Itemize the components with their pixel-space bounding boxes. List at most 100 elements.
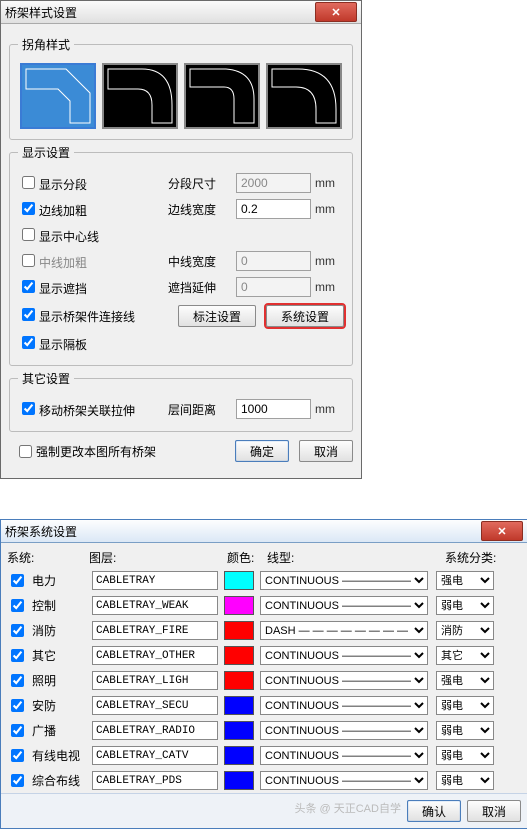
force-all-label: 强制更改本图所有桥架: [36, 443, 156, 460]
display-legend: 显示设置: [18, 144, 74, 161]
show-center-checkbox[interactable]: [22, 228, 35, 241]
layer-input[interactable]: [92, 646, 218, 665]
close-button[interactable]: ✕: [315, 2, 357, 22]
center-width-label: 中线宽度: [168, 253, 230, 270]
row-checkbox[interactable]: [11, 599, 24, 612]
linetype-select[interactable]: CONTINUOUS ————————: [260, 721, 428, 740]
system-name: 电力: [32, 572, 92, 589]
bold-edge-label: 边线加粗: [39, 204, 87, 218]
corner-option-2[interactable]: [102, 63, 178, 129]
system-name: 消防: [32, 622, 92, 639]
class-select[interactable]: 弱电: [436, 771, 494, 790]
row-checkbox[interactable]: [11, 574, 24, 587]
bold-center-checkbox[interactable]: [22, 254, 35, 267]
linetype-select[interactable]: DASH — — — — — — — —: [260, 621, 428, 640]
class-select[interactable]: 强电: [436, 571, 494, 590]
class-select[interactable]: 弱电: [436, 696, 494, 715]
color-swatch[interactable]: [224, 571, 254, 590]
cancel-button-2[interactable]: 取消: [467, 800, 521, 822]
seg-size-input[interactable]: [236, 173, 311, 193]
cancel-button[interactable]: 取消: [299, 440, 353, 462]
layer-input[interactable]: [92, 721, 218, 740]
titlebar[interactable]: 桥架样式设置 ✕: [1, 1, 361, 24]
system-row: 有线电视 CONTINUOUS ———————— 弱电: [1, 743, 527, 768]
linetype-select[interactable]: CONTINUOUS ————————: [260, 571, 428, 590]
linetype-select[interactable]: CONTINUOUS ————————: [260, 671, 428, 690]
class-select[interactable]: 其它: [436, 646, 494, 665]
move-stretch-checkbox[interactable]: [22, 402, 35, 415]
display-settings-group: 显示设置 显示分段 分段尺寸mm 边线加粗 边线宽度mm 显示中心线 中线加粗 …: [9, 144, 353, 366]
color-swatch[interactable]: [224, 771, 254, 790]
edge-width-label: 边线宽度: [168, 201, 230, 218]
color-swatch[interactable]: [224, 596, 254, 615]
layer-input[interactable]: [92, 696, 218, 715]
class-select[interactable]: 强电: [436, 671, 494, 690]
color-swatch[interactable]: [224, 721, 254, 740]
system-name: 安防: [32, 697, 92, 714]
layer-dist-input[interactable]: [236, 399, 311, 419]
class-select[interactable]: 弱电: [436, 746, 494, 765]
system-settings-button[interactable]: 系统设置: [266, 305, 344, 327]
class-select[interactable]: 弱电: [436, 721, 494, 740]
show-center-label: 显示中心线: [39, 230, 99, 244]
row-checkbox[interactable]: [11, 649, 24, 662]
color-swatch[interactable]: [224, 696, 254, 715]
hdr-layer: 图层:: [89, 549, 227, 566]
layer-input[interactable]: [92, 671, 218, 690]
color-swatch[interactable]: [224, 621, 254, 640]
show-connector-checkbox[interactable]: [22, 308, 35, 321]
block-ext-unit: mm: [315, 280, 335, 294]
move-stretch-label: 移动桥架关联拉伸: [39, 404, 135, 418]
linetype-select[interactable]: CONTINUOUS ————————: [260, 771, 428, 790]
annot-settings-button[interactable]: 标注设置: [178, 305, 256, 327]
class-select[interactable]: 消防: [436, 621, 494, 640]
corner-option-1[interactable]: [20, 63, 96, 129]
system-name: 控制: [32, 597, 92, 614]
show-partition-checkbox[interactable]: [22, 336, 35, 349]
system-settings-dialog: 桥架系统设置 ✕ 系统: 图层: 颜色: 线型: 系统分类: 电力 CONTIN…: [0, 519, 527, 829]
corner-option-4[interactable]: [266, 63, 342, 129]
show-block-label: 显示遮挡: [39, 282, 87, 296]
row-checkbox[interactable]: [11, 774, 24, 787]
close-button-2[interactable]: ✕: [481, 521, 523, 541]
layer-input[interactable]: [92, 596, 218, 615]
layer-dist-unit: mm: [315, 402, 335, 416]
hdr-class: 系统分类:: [445, 549, 515, 566]
center-width-input[interactable]: [236, 251, 311, 271]
system-row: 综合布线 CONTINUOUS ———————— 弱电: [1, 768, 527, 793]
layer-input[interactable]: [92, 771, 218, 790]
color-swatch[interactable]: [224, 746, 254, 765]
block-ext-input[interactable]: [236, 277, 311, 297]
row-checkbox[interactable]: [11, 674, 24, 687]
show-block-checkbox[interactable]: [22, 280, 35, 293]
style-settings-dialog: 桥架样式设置 ✕ 拐角样式 显示设置: [0, 0, 362, 479]
row-checkbox[interactable]: [11, 699, 24, 712]
linetype-select[interactable]: CONTINUOUS ————————: [260, 746, 428, 765]
hdr-system: 系统:: [7, 549, 89, 566]
bold-edge-checkbox[interactable]: [22, 202, 35, 215]
row-checkbox[interactable]: [11, 749, 24, 762]
ok-button[interactable]: 确定: [235, 440, 289, 462]
show-seg-checkbox[interactable]: [22, 176, 35, 189]
color-swatch[interactable]: [224, 671, 254, 690]
linetype-select[interactable]: CONTINUOUS ————————: [260, 646, 428, 665]
system-row: 控制 CONTINUOUS ———————— 弱电: [1, 593, 527, 618]
dialog-title: 桥架样式设置: [5, 4, 315, 21]
layer-input[interactable]: [92, 621, 218, 640]
edge-width-input[interactable]: [236, 199, 311, 219]
row-checkbox[interactable]: [11, 624, 24, 637]
layer-input[interactable]: [92, 571, 218, 590]
force-all-checkbox[interactable]: [19, 445, 32, 458]
titlebar-2[interactable]: 桥架系统设置 ✕: [1, 520, 527, 543]
layer-input[interactable]: [92, 746, 218, 765]
corner-option-3[interactable]: [184, 63, 260, 129]
ok-button-2[interactable]: 确认: [407, 800, 461, 822]
dialog2-title: 桥架系统设置: [5, 523, 481, 540]
color-swatch[interactable]: [224, 646, 254, 665]
linetype-select[interactable]: CONTINUOUS ————————: [260, 696, 428, 715]
system-row: 其它 CONTINUOUS ———————— 其它: [1, 643, 527, 668]
bold-center-label: 中线加粗: [39, 256, 87, 270]
class-select[interactable]: 弱电: [436, 596, 494, 615]
linetype-select[interactable]: CONTINUOUS ————————: [260, 596, 428, 615]
row-checkbox[interactable]: [11, 724, 24, 737]
